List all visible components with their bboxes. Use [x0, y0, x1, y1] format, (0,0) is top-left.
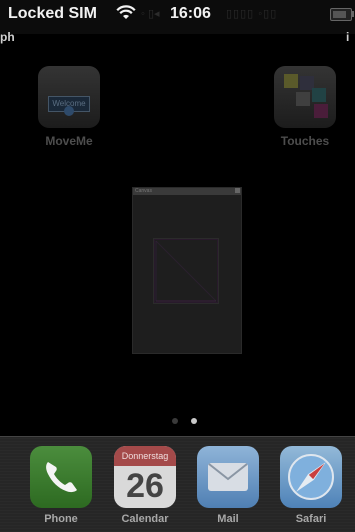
preview-title-bar: Canvas — [133, 188, 241, 195]
app-touches[interactable]: Touches — [274, 66, 336, 148]
envelope-shape — [208, 463, 248, 491]
calendar-day: 26 — [126, 467, 164, 505]
dock-app-label: Phone — [44, 513, 78, 525]
dock-app-label: Mail — [217, 513, 239, 525]
dock-app-phone[interactable]: Phone — [29, 446, 93, 525]
phone-icon — [30, 446, 92, 508]
app-label: Touches — [280, 134, 330, 148]
overlay-text-left: ph — [0, 30, 15, 44]
status-bar: Locked SIM ◦ ▯◂ 16:06 ▯▯▯▯ ◦▯▯ — [0, 0, 355, 34]
preview-canvas — [153, 238, 219, 304]
carrier-label: Locked SIM — [8, 5, 97, 22]
ghost-text: ▯▯▯▯ ◦▯▯ — [226, 8, 278, 20]
welcome-dot — [64, 106, 74, 116]
wifi-icon — [116, 5, 136, 26]
dock-app-safari[interactable]: Safari — [279, 446, 343, 525]
calendar-icon: Donnerstag 26 — [114, 446, 176, 508]
moveme-icon: Welcome — [38, 66, 100, 128]
close-icon[interactable] — [235, 188, 240, 193]
overlay-text-right: i — [346, 30, 350, 44]
page-dot[interactable] — [172, 418, 178, 424]
battery-icon — [330, 8, 352, 21]
app-moveme[interactable]: Welcome MoveMe — [38, 66, 100, 148]
touches-icon — [274, 66, 336, 128]
calendar-weekday: Donnerstag — [114, 446, 176, 466]
safari-icon — [280, 446, 342, 508]
clock: 16:06 — [170, 5, 211, 22]
battery-tip — [352, 11, 354, 17]
dock-app-label: Calendar — [121, 513, 169, 525]
page-dot-active[interactable] — [191, 418, 197, 424]
app-label: MoveMe — [45, 134, 93, 148]
app-preview-window[interactable]: Canvas — [132, 187, 242, 354]
dock-app-mail[interactable]: Mail — [196, 446, 260, 525]
ghost-text: ◦ ▯◂ — [141, 8, 160, 20]
dock-app-label: Safari — [295, 513, 327, 525]
mail-icon — [197, 446, 259, 508]
dock-app-calendar[interactable]: Donnerstag 26 Calendar — [113, 446, 177, 525]
